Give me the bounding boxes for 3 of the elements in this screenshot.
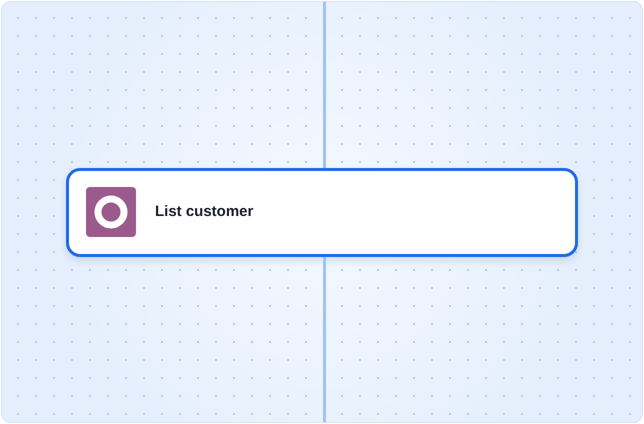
node-title: List customer — [155, 202, 254, 222]
workflow-node[interactable]: List customer — [66, 168, 578, 256]
ring-icon — [86, 187, 136, 237]
